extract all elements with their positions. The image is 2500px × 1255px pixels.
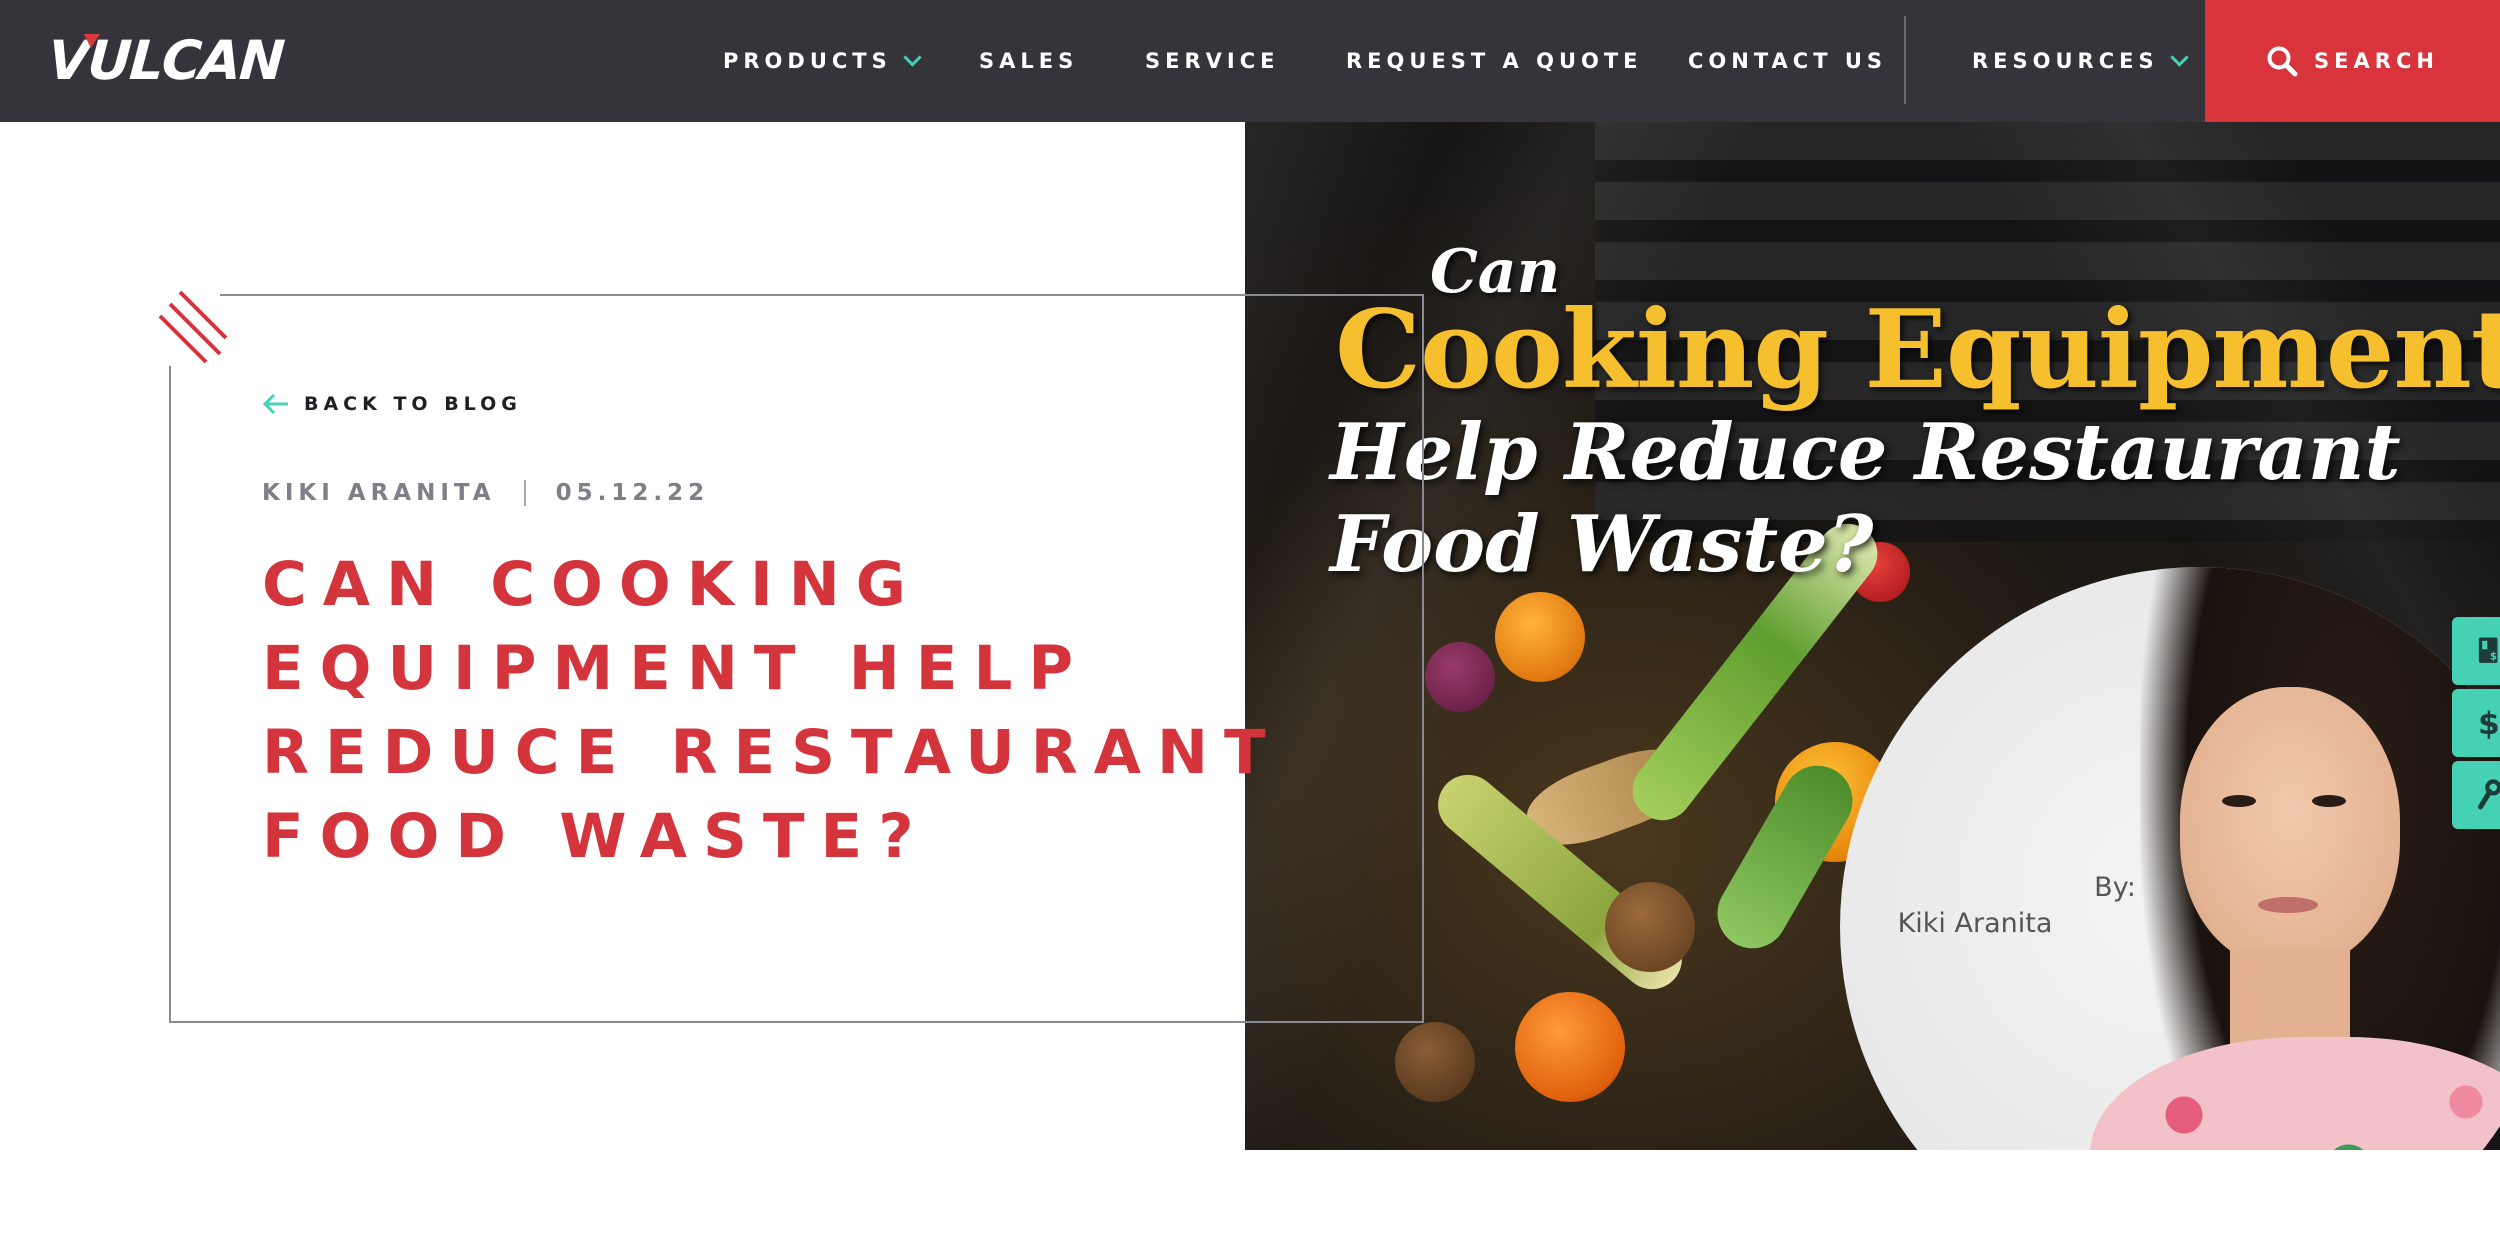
nav-products-label: PRODUCTS [723, 49, 892, 73]
nav-products[interactable]: PRODUCTS [723, 0, 922, 122]
frame-left-border [169, 366, 171, 1023]
nav-resources[interactable]: RESOURCES [1972, 0, 2189, 122]
portrait-lips [2258, 897, 2318, 913]
article-title-line: FOOD WASTE? [262, 801, 930, 872]
hero-byline-prefix: By: [2094, 872, 2136, 903]
logo-accent-triangle [82, 34, 100, 48]
site-header: VULCAN PRODUCTS SALES SERVICE REQUEST A … [0, 0, 2500, 122]
orange-fruit [1495, 592, 1585, 682]
wrench-icon [2478, 779, 2500, 810]
hero-byline-name: Kiki Aranita [1897, 908, 2053, 939]
search-label: SEARCH [2314, 49, 2439, 73]
orange-fruit [1515, 992, 1625, 1102]
nav-contact-us[interactable]: CONTACT US [1688, 0, 1887, 122]
portrait-face [2180, 687, 2400, 967]
dollar-tab[interactable]: $ [2452, 689, 2500, 757]
article-author: KIKI ARANITA [262, 480, 496, 506]
price-list-tab[interactable]: $ [2452, 617, 2500, 685]
hero-headline-help: Help Reduce Restaurant Food Waste? [1330, 407, 2401, 591]
svg-text:$: $ [2490, 651, 2497, 662]
article-date: 05.12.22 [555, 480, 710, 506]
article-title: CAN COOKING EQUIPMENT HELP REDUCE RESTAU… [262, 543, 1282, 879]
decorative-slashes [158, 290, 228, 364]
logo-wordmark: VULCAN [45, 29, 285, 92]
service-tab[interactable] [2452, 761, 2500, 829]
dollar-icon: $ [2478, 706, 2500, 741]
nav-service[interactable]: SERVICE [1145, 0, 1279, 122]
kiwi [1605, 882, 1695, 972]
nav-sales[interactable]: SALES [979, 0, 1078, 122]
frame-right-border [1422, 294, 1424, 1023]
nav-contact-us-label: CONTACT US [1688, 49, 1888, 73]
article-title-line: REDUCE RESTAURANT [262, 717, 1282, 788]
hero-headline-cooking-equipment: Cooking Equipment [1335, 287, 2500, 413]
article-title-line: EQUIPMENT HELP [262, 633, 1090, 704]
article-title-line: CAN COOKING [262, 549, 922, 620]
nav-service-label: SERVICE [1145, 49, 1280, 73]
search-button[interactable]: SEARCH [2205, 0, 2500, 122]
kiwi [1395, 1022, 1475, 1102]
frame-bottom-border [169, 1021, 1424, 1023]
price-list-icon: $ [2478, 637, 2498, 663]
hero-headline-line3: Help Reduce Restaurant [1330, 407, 2401, 498]
nav-divider [1904, 16, 1906, 104]
vulcan-logo[interactable]: VULCAN [46, 29, 285, 92]
chevron-down-icon [2169, 47, 2189, 67]
nav-request-a-quote[interactable]: REQUEST A QUOTE [1346, 0, 1643, 122]
meta-separator [523, 480, 526, 506]
svg-text:$: $ [2478, 706, 2500, 741]
arrow-left-icon [262, 393, 288, 415]
portrait-eye [2222, 795, 2256, 807]
nav-resources-label: RESOURCES [1972, 49, 2159, 73]
portrait-eye [2312, 795, 2346, 807]
nav-request-a-quote-label: REQUEST A QUOTE [1346, 49, 1643, 73]
hero-image: Can Cooking Equipment Help Reduce Restau… [1245, 122, 2500, 1150]
article-meta: KIKI ARANITA 05.12.22 [262, 480, 709, 506]
back-to-blog-label: BACK TO BLOG [304, 393, 522, 415]
chevron-down-icon [903, 47, 922, 67]
back-to-blog-link[interactable]: BACK TO BLOG [262, 392, 522, 416]
nav-sales-label: SALES [979, 49, 1079, 73]
search-icon [2267, 46, 2298, 77]
onion [1425, 642, 1495, 712]
frame-top-border [220, 294, 1424, 296]
